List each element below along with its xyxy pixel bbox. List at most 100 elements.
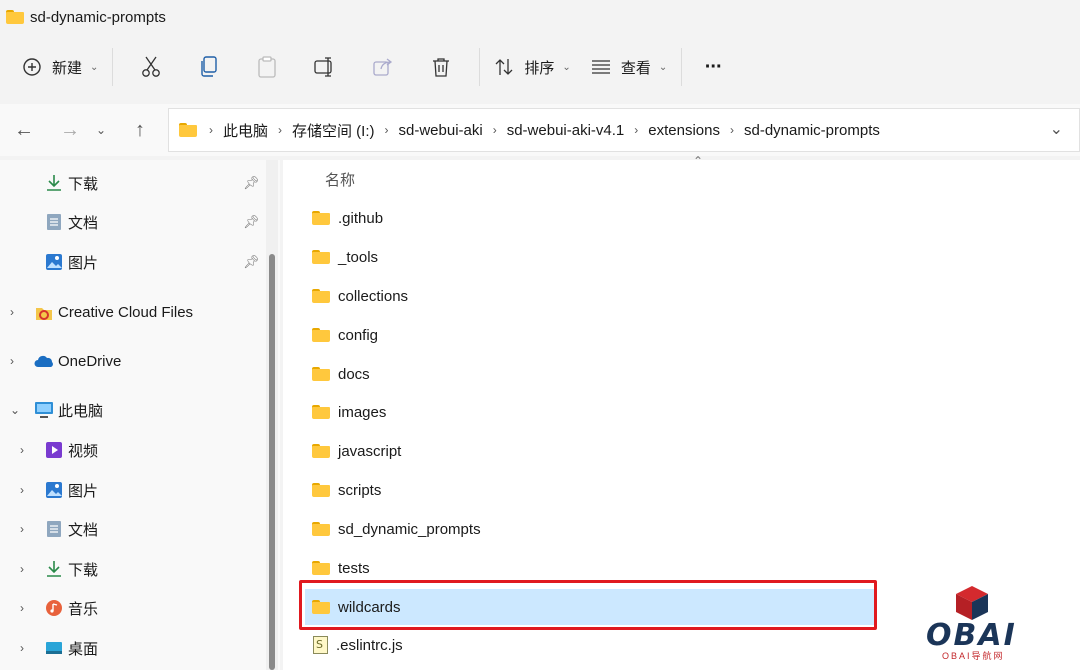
chevron-right-icon[interactable]: › <box>20 641 24 655</box>
item-name: javascript <box>338 442 402 460</box>
breadcrumb-item[interactable]: 此电脑 <box>219 120 272 141</box>
sidebar-item-label: 此电脑 <box>58 402 104 420</box>
this-pc-icon <box>34 400 54 420</box>
chevron-right-icon: › <box>492 123 497 137</box>
sidebar-item-this-pc[interactable]: ⌄ 此电脑 <box>0 391 265 429</box>
recent-locations-button[interactable]: ⌄ <box>90 110 112 150</box>
sidebar-item-downloads[interactable]: 下载 📌︎ <box>0 164 265 202</box>
sidebar-item-label: Creative Cloud Files <box>58 303 194 321</box>
list-item[interactable]: collections <box>305 278 875 314</box>
list-item[interactable]: sd_dynamic_prompts <box>305 511 875 547</box>
item-name: .eslintrc.js <box>336 636 403 654</box>
chevron-right-icon[interactable]: › <box>20 601 24 615</box>
script-file-icon <box>313 636 328 654</box>
list-item[interactable]: scripts <box>305 472 875 508</box>
chevron-right-icon[interactable]: › <box>20 522 24 536</box>
list-item[interactable]: javascript <box>305 433 875 469</box>
pin-icon[interactable]: 📌︎ <box>243 214 260 230</box>
list-item[interactable]: .github <box>305 200 875 236</box>
list-item[interactable]: docs <box>305 356 875 392</box>
sidebar-item-pictures[interactable]: 图片 📌︎ <box>0 243 265 281</box>
chevron-right-icon[interactable]: › <box>20 483 24 497</box>
sidebar-item-onedrive[interactable]: › OneDrive <box>0 342 265 380</box>
sidebar-item-videos[interactable]: › 视频 <box>0 431 265 469</box>
list-item[interactable]: _tools <box>305 239 875 275</box>
sidebar-item-pictures[interactable]: › 图片 <box>0 471 265 509</box>
cut-button[interactable] <box>127 47 175 87</box>
breadcrumb-item[interactable]: sd-dynamic-prompts <box>740 122 884 139</box>
videos-icon <box>44 440 64 460</box>
chevron-down-icon[interactable]: ⌄ <box>10 403 20 417</box>
pin-icon[interactable]: 📌︎ <box>243 254 260 270</box>
sidebar-scrollbar[interactable] <box>266 160 278 670</box>
chevron-right-icon[interactable]: › <box>10 354 14 368</box>
scissors-icon <box>142 56 161 77</box>
sidebar-item-label: OneDrive <box>58 352 122 370</box>
breadcrumb-item[interactable]: sd-webui-aki <box>395 122 487 139</box>
delete-button[interactable] <box>417 47 465 87</box>
column-header-name[interactable]: 名称 <box>325 169 355 190</box>
chevron-right-icon[interactable]: › <box>10 305 14 319</box>
item-name: sd_dynamic_prompts <box>338 520 481 538</box>
chevron-down-icon: ⌄ <box>658 61 668 73</box>
rename-icon <box>314 57 333 77</box>
cube-logo-icon <box>956 586 988 620</box>
sidebar-item-label: 桌面 <box>68 640 99 658</box>
sidebar-item-label: 图片 <box>68 482 99 500</box>
folder-icon <box>312 600 330 614</box>
breadcrumb-item[interactable]: extensions <box>644 122 724 139</box>
list-item[interactable]: tests <box>305 550 875 586</box>
copy-icon <box>201 56 218 77</box>
list-item[interactable]: images <box>305 394 875 430</box>
more-options-button[interactable]: ··· <box>696 47 730 87</box>
folder-icon <box>312 522 330 536</box>
rename-button[interactable] <box>301 47 349 87</box>
paste-button[interactable] <box>243 47 291 87</box>
list-item-selected[interactable]: wildcards <box>305 589 875 625</box>
pin-icon[interactable]: 📌︎ <box>243 175 260 191</box>
item-name: scripts <box>338 481 382 499</box>
copy-button[interactable] <box>185 47 233 87</box>
trash-icon <box>433 58 450 77</box>
sidebar-item-label: 文档 <box>68 214 99 232</box>
chevron-right-icon[interactable]: › <box>20 443 24 457</box>
breadcrumb-item[interactable]: sd-webui-aki-v4.1 <box>503 122 629 139</box>
sort-icon <box>495 59 513 75</box>
sidebar-item-documents[interactable]: 文档 📌︎ <box>0 203 265 241</box>
back-button[interactable]: ← <box>4 110 44 150</box>
up-button[interactable]: ↑ <box>120 110 160 150</box>
sidebar-item-desktop[interactable]: › 桌面 <box>0 629 265 667</box>
chevron-right-icon: › <box>729 123 734 137</box>
new-button[interactable]: 新建 ⌄ <box>22 47 98 87</box>
folder-icon <box>312 289 330 303</box>
item-name: collections <box>338 287 409 305</box>
sort-button[interactable]: 排序 ⌄ <box>494 47 571 87</box>
sidebar-item-label: 文档 <box>68 521 99 539</box>
address-bar[interactable]: › 此电脑 › 存储空间 (I:) › sd-webui-aki › sd-we… <box>168 108 1080 152</box>
document-icon <box>44 519 64 539</box>
sidebar-item-music[interactable]: › 音乐 <box>0 589 265 627</box>
view-button[interactable]: 查看 ⌄ <box>591 47 667 87</box>
onedrive-icon <box>34 351 54 371</box>
forward-button[interactable]: → <box>50 110 90 150</box>
creative-cloud-icon <box>34 302 54 322</box>
item-name: images <box>338 403 387 421</box>
folder-icon <box>312 405 330 419</box>
folder-icon <box>312 328 330 342</box>
navigation-bar: ← → ⌄ ↑ › 此电脑 › 存储空间 (I:) › sd-webui-aki… <box>0 104 1080 156</box>
sidebar-scrollbar-thumb[interactable] <box>269 254 275 670</box>
breadcrumb-item[interactable]: 存储空间 (I:) <box>288 120 379 141</box>
title-bar: sd-dynamic-prompts <box>0 0 1080 34</box>
item-name: _tools <box>338 248 379 266</box>
sidebar-item-documents[interactable]: › 文档 <box>0 510 265 548</box>
toolbar-divider <box>681 48 683 86</box>
address-history-dropdown[interactable]: ⌄ <box>1050 119 1063 139</box>
list-item[interactable]: .eslintrc.js <box>305 627 875 663</box>
chevron-right-icon[interactable]: › <box>20 562 24 576</box>
chevron-right-icon: › <box>278 123 283 137</box>
folder-icon <box>312 444 330 458</box>
sidebar-item-creative-cloud[interactable]: › Creative Cloud Files <box>0 293 265 331</box>
sidebar-item-downloads[interactable]: › 下载 <box>0 550 265 588</box>
share-button[interactable] <box>359 47 407 87</box>
list-item[interactable]: config <box>305 317 875 353</box>
